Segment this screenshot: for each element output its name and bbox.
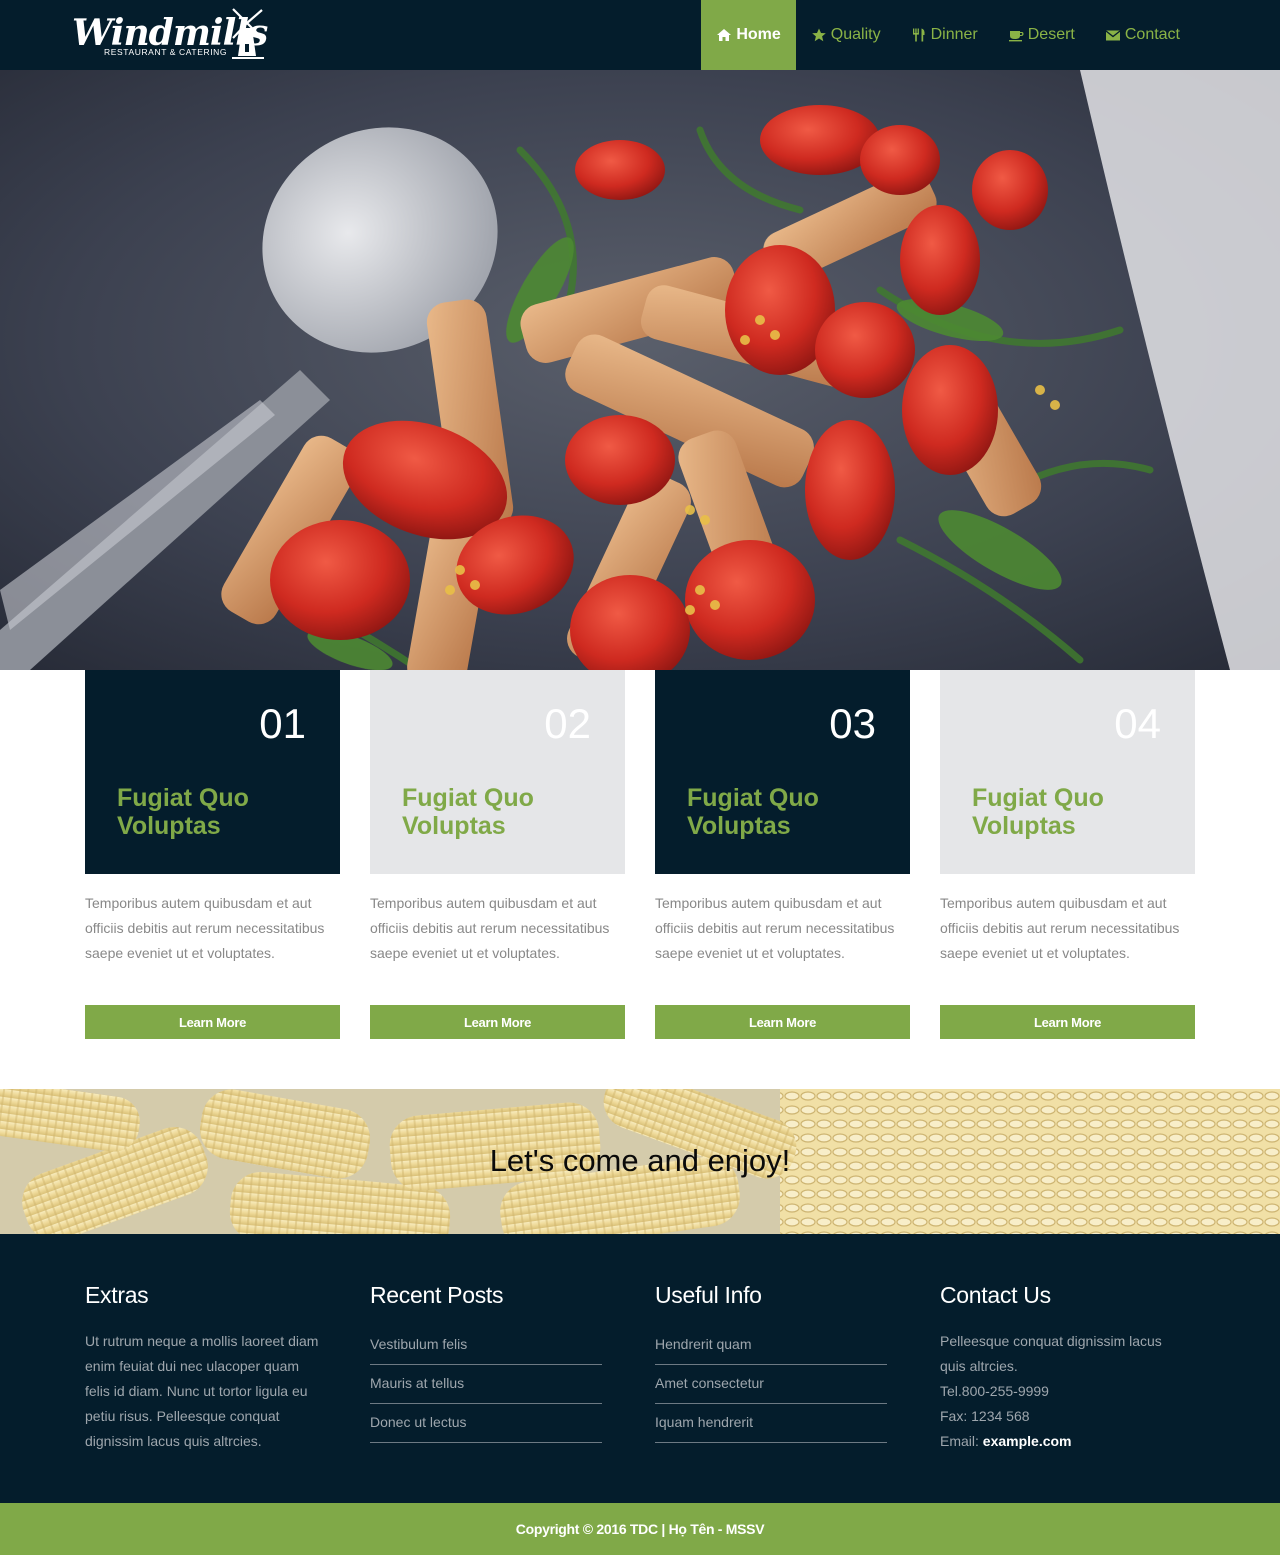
footer: Extras Ut rutrum neque a mollis laoreet …	[0, 1234, 1280, 1503]
useful-info-link[interactable]: Iquam hendrerit	[655, 1404, 887, 1443]
nav-contact-label: Contact	[1124, 26, 1180, 43]
footer-useful-info: Useful Info Hendrerit quam Amet consecte…	[655, 1282, 887, 1443]
brand-logo[interactable]: Windmills RESTAURANT & CATERING	[72, 8, 272, 62]
contact-email-link[interactable]: example.com	[983, 1433, 1072, 1449]
feature-card: 02 Fugiat Quo Voluptas Temporibus autem …	[370, 670, 625, 1039]
feature-card-box: 04 Fugiat Quo Voluptas	[940, 670, 1195, 874]
nav-home[interactable]: Home	[701, 0, 796, 70]
feature-text: Temporibus autem quibusdam et aut offici…	[370, 895, 610, 961]
learn-more-button[interactable]: Learn More	[655, 1005, 910, 1039]
recent-posts-title: Recent Posts	[370, 1282, 504, 1308]
navbar: Windmills RESTAURANT & CATERING Home Qua…	[0, 0, 1280, 70]
feature-number: 04	[1114, 700, 1161, 747]
extras-title: Extras	[85, 1282, 149, 1308]
feature-text: Temporibus autem quibusdam et aut offici…	[85, 895, 325, 961]
useful-info-list: Hendrerit quam Amet consectetur Iquam he…	[655, 1326, 887, 1443]
feature-number: 03	[829, 700, 876, 747]
feature-card: 01 Fugiat Quo Voluptas Temporibus autem …	[85, 670, 340, 1039]
nav-contact[interactable]: Contact	[1090, 0, 1195, 70]
windmill-icon	[232, 8, 264, 59]
learn-more-button[interactable]: Learn More	[85, 1005, 340, 1039]
star-icon	[811, 27, 827, 43]
feature-card: 04 Fugiat Quo Voluptas Temporibus autem …	[940, 670, 1195, 1039]
learn-more-button[interactable]: Learn More	[940, 1005, 1195, 1039]
extras-text: Ut rutrum neque a mollis laoreet diam en…	[85, 1333, 319, 1449]
footer-extras: Extras Ut rutrum neque a mollis laoreet …	[85, 1282, 325, 1454]
recent-post-link[interactable]: Vestibulum felis	[370, 1326, 602, 1365]
contact-title: Contact Us	[940, 1282, 1051, 1308]
feature-number: 01	[259, 700, 306, 747]
learn-more-button[interactable]: Learn More	[370, 1005, 625, 1039]
nav-dinner-label: Dinner	[930, 26, 978, 43]
feature-title: Fugiat Quo Voluptas	[402, 784, 534, 840]
useful-info-link[interactable]: Amet consectetur	[655, 1365, 887, 1404]
home-icon	[716, 27, 732, 43]
recent-posts-list: Vestibulum felis Mauris at tellus Donec …	[370, 1326, 602, 1443]
cutlery-icon	[911, 27, 927, 43]
nav-quality-label: Quality	[830, 26, 881, 43]
nav-home-label: Home	[736, 26, 781, 43]
feature-card-box: 02 Fugiat Quo Voluptas	[370, 670, 625, 874]
feature-card-box: 01 Fugiat Quo Voluptas	[85, 670, 340, 874]
brand-tagline: RESTAURANT & CATERING	[104, 47, 228, 57]
feature-card-box: 03 Fugiat Quo Voluptas	[655, 670, 910, 874]
contact-email-row: Email: example.com	[940, 1429, 1180, 1454]
banner-heading: Let's come and enjoy!	[489, 1143, 791, 1178]
hero-image	[0, 70, 1280, 670]
feature-text: Temporibus autem quibusdam et aut offici…	[655, 895, 895, 961]
feature-title: Fugiat Quo Voluptas	[972, 784, 1104, 840]
copyright-bar: Copyright © 2016 TDC | Họ Tên - MSSV	[0, 1503, 1280, 1555]
feature-text: Temporibus autem quibusdam et aut offici…	[940, 895, 1180, 961]
feature-card: 03 Fugiat Quo Voluptas Temporibus autem …	[655, 670, 910, 1039]
recent-post-link[interactable]: Mauris at tellus	[370, 1365, 602, 1404]
footer-contact: Contact Us Pelleesque conquat dignissim …	[940, 1282, 1180, 1454]
envelope-icon	[1105, 27, 1121, 43]
pasta-photo	[0, 70, 1280, 670]
nav-desert[interactable]: Desert	[993, 0, 1090, 70]
feature-title: Fugiat Quo Voluptas	[117, 784, 249, 840]
recent-post-link[interactable]: Donec ut lectus	[370, 1404, 602, 1443]
enjoy-banner: Let's come and enjoy!	[0, 1089, 1280, 1234]
useful-info-link[interactable]: Hendrerit quam	[655, 1326, 887, 1365]
feature-number: 02	[544, 700, 591, 747]
cup-icon	[1008, 27, 1024, 43]
contact-email-label: Email:	[940, 1433, 979, 1449]
useful-info-title: Useful Info	[655, 1282, 762, 1308]
contact-fax: Fax: 1234 568	[940, 1408, 1030, 1424]
nav-dinner[interactable]: Dinner	[896, 0, 993, 70]
main-nav: Home Quality Dinner Desert Contact	[701, 0, 1195, 70]
contact-text: Pelleesque conquat dignissim lacus quis …	[940, 1333, 1162, 1374]
contact-tel: Tel.800-255-9999	[940, 1383, 1049, 1399]
footer-recent-posts: Recent Posts Vestibulum felis Mauris at …	[370, 1282, 602, 1443]
nav-desert-label: Desert	[1027, 26, 1075, 43]
feature-title: Fugiat Quo Voluptas	[687, 784, 819, 840]
nav-quality[interactable]: Quality	[796, 0, 896, 70]
